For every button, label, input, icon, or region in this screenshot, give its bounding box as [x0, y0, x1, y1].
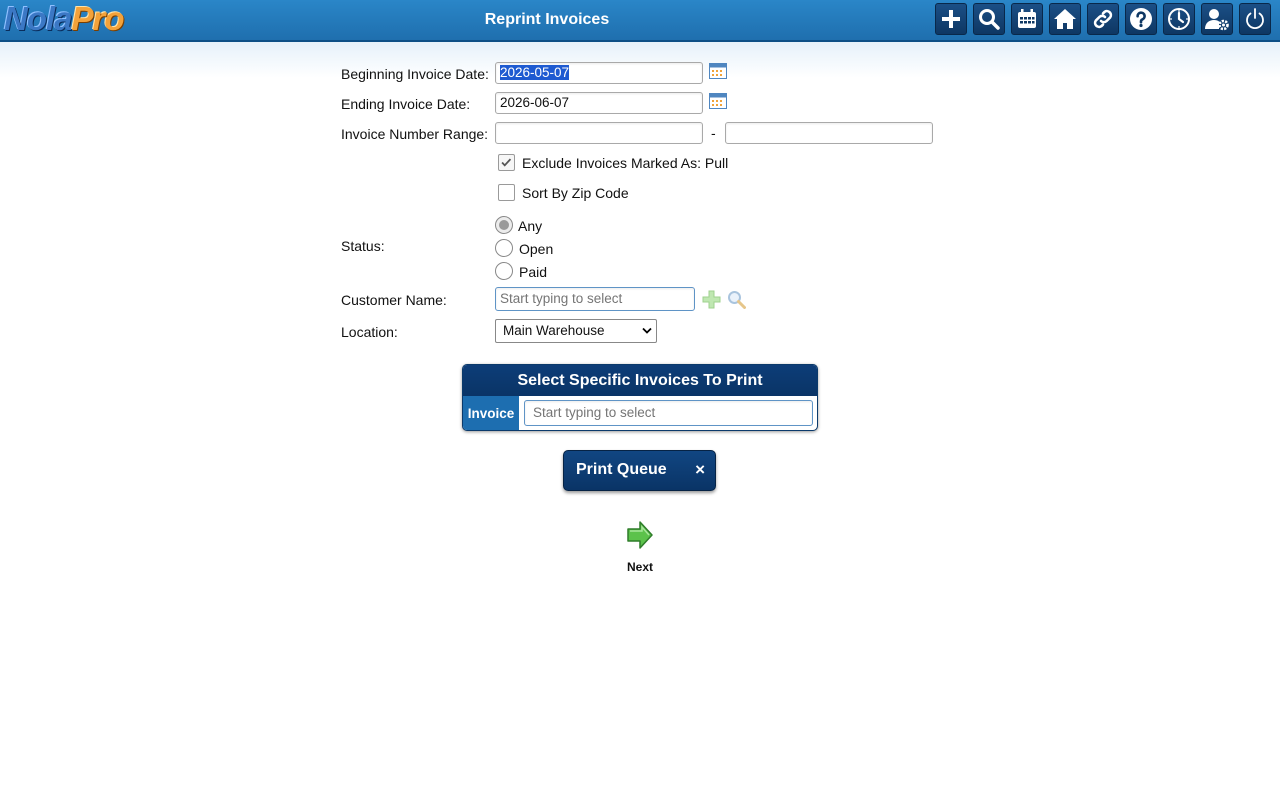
status-paid-label: Paid — [519, 264, 548, 280]
location-select[interactable]: Main Warehouse — [495, 319, 657, 343]
close-icon[interactable]: × — [695, 460, 705, 480]
plus-icon — [942, 10, 960, 28]
invoice-range-to-input[interactable] — [725, 122, 933, 144]
calendar-button[interactable] — [1011, 3, 1043, 35]
customer-name-input[interactable]: Start typing to select — [495, 287, 695, 311]
sort-zip-label: Sort By Zip Code — [522, 185, 629, 201]
links-button[interactable] — [1087, 3, 1119, 35]
begin-date-label: Beginning Invoice Date: — [341, 66, 489, 82]
search-icon — [979, 9, 1000, 30]
exclude-pull-checkbox[interactable] — [498, 154, 515, 171]
print-queue-button[interactable]: Print Queue × — [563, 450, 716, 491]
range-separator: - — [711, 125, 716, 141]
status-open-radio[interactable] — [495, 239, 513, 257]
home-icon — [1054, 9, 1076, 29]
next-arrow-icon[interactable] — [626, 520, 654, 550]
status-any-label: Any — [518, 218, 543, 234]
print-queue-label: Print Queue — [576, 461, 667, 478]
history-button[interactable] — [1163, 3, 1195, 35]
add-button[interactable] — [935, 3, 967, 35]
specific-invoices-title: Select Specific Invoices To Print — [463, 365, 817, 396]
end-date-input[interactable]: 2026-06-07 — [495, 92, 703, 114]
status-paid-radio[interactable] — [495, 262, 513, 280]
checkmark-icon — [501, 158, 512, 167]
top-bar: NolaPro Reprint Invoices — [0, 0, 1280, 42]
invoice-column-label: Invoice — [463, 396, 519, 430]
invoice-range-label: Invoice Number Range: — [341, 126, 489, 142]
status-label: Status: — [341, 238, 385, 254]
link-icon — [1093, 9, 1113, 29]
add-customer-icon[interactable] — [702, 290, 721, 309]
end-date-label: Ending Invoice Date: — [341, 96, 471, 112]
page-title: Reprint Invoices — [484, 11, 610, 28]
help-button[interactable] — [1125, 3, 1157, 35]
chevron-down-icon — [642, 327, 652, 334]
specific-invoices-panel: Select Specific Invoices To Print Invoic… — [462, 364, 818, 431]
logout-button[interactable] — [1239, 3, 1271, 35]
home-button[interactable] — [1049, 3, 1081, 35]
user-settings-icon — [1205, 9, 1229, 31]
sort-zip-checkbox[interactable] — [498, 184, 515, 201]
search-customer-icon[interactable] — [727, 290, 746, 309]
customer-name-label: Customer Name: — [341, 292, 447, 308]
calendar-icon[interactable] — [709, 93, 727, 109]
location-label: Location: — [341, 324, 398, 340]
invoice-search-input[interactable]: Start typing to select — [524, 400, 813, 426]
power-icon — [1246, 8, 1264, 30]
next-button-label[interactable]: Next — [600, 560, 680, 574]
exclude-pull-label: Exclude Invoices Marked As: Pull — [522, 155, 729, 171]
status-open-label: Open — [519, 241, 554, 257]
user-settings-button[interactable] — [1201, 3, 1233, 35]
invoice-range-from-input[interactable] — [495, 122, 703, 144]
calendar-icon[interactable] — [709, 63, 727, 79]
status-any-radio[interactable] — [495, 216, 513, 234]
calendar-icon — [1018, 9, 1036, 28]
begin-date-input[interactable]: 2026-05-07 — [495, 62, 703, 84]
clock-icon — [1168, 8, 1190, 30]
help-icon — [1130, 8, 1152, 30]
search-button[interactable] — [973, 3, 1005, 35]
